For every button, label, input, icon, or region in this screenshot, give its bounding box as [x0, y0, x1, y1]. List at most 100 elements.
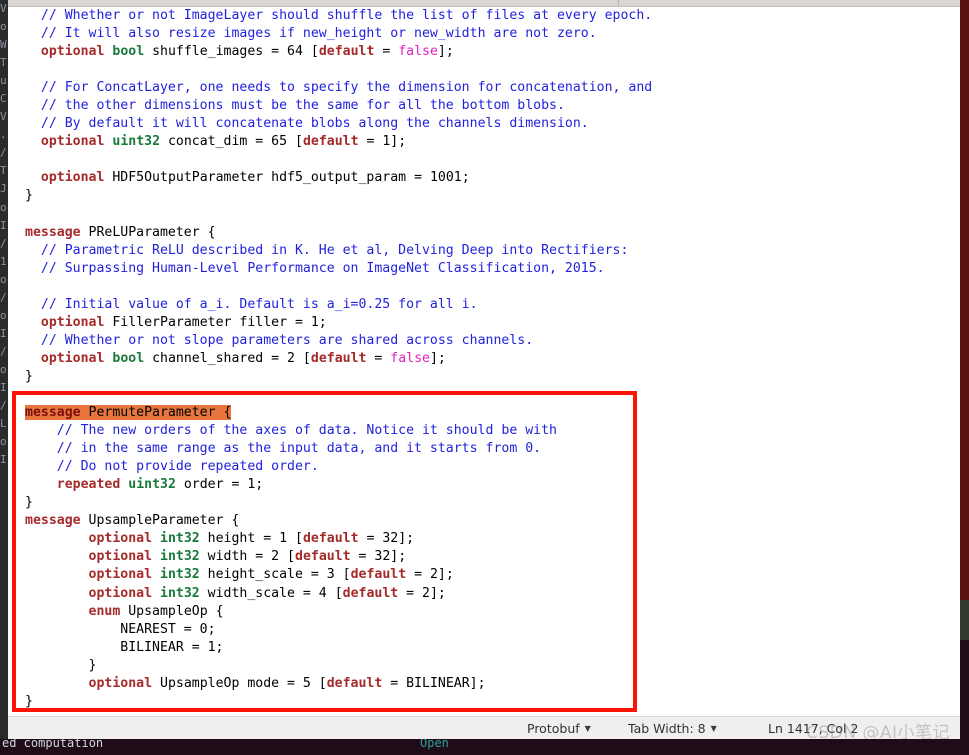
code-line[interactable]: // Whether or not slope parameters are s…: [25, 332, 652, 350]
code-line[interactable]: message PermuteParameter {: [25, 404, 652, 422]
code-token: ];: [437, 44, 454, 60]
code-line[interactable]: optional int32 height_scale = 3 [default…: [25, 566, 652, 584]
code-token: default: [302, 134, 359, 150]
code-line[interactable]: }: [25, 494, 652, 512]
code-line[interactable]: optional int32 width = 2 [default = 32];: [25, 548, 652, 566]
code-line[interactable]: enum UpsampleOp {: [25, 603, 652, 621]
code-line[interactable]: [25, 278, 652, 296]
code-line[interactable]: optional HDF5OutputParameter hdf5_output…: [25, 169, 652, 187]
code-text[interactable]: // Whether or not ImageLayer should shuf…: [25, 7, 652, 711]
tab-width-label: Tab Width: 8: [628, 721, 706, 736]
code-token: // Initial value of a_i. Default is a_i=…: [40, 296, 478, 312]
code-line[interactable]: // the other dimensions must be the same…: [25, 97, 652, 115]
code-line[interactable]: // For ConcatLayer, one needs to specify…: [25, 79, 652, 97]
code-token: // in the same range as the input data, …: [56, 441, 542, 457]
code-line[interactable]: message PReLUParameter {: [25, 224, 652, 242]
code-line[interactable]: }: [25, 657, 652, 675]
code-line-content: }: [25, 495, 33, 510]
code-line[interactable]: // Initial value of a_i. Default is a_i=…: [25, 296, 652, 314]
code-line[interactable]: // By default it will concatenate blobs …: [25, 115, 652, 133]
code-line-content: optional int32 height = 1 [default = 32]…: [89, 531, 415, 546]
code-token: optional: [88, 549, 153, 565]
code-line[interactable]: }: [25, 693, 652, 711]
code-line-content: BILINEAR = 1;: [120, 640, 223, 655]
code-line-content: }: [25, 188, 33, 203]
code-line[interactable]: optional FillerParameter filler = 1;: [25, 314, 652, 332]
code-line[interactable]: optional bool shuffle_images = 64 [defau…: [25, 43, 652, 61]
code-line[interactable]: // The new orders of the axes of data. N…: [25, 422, 652, 440]
code-token: height = 1 [: [199, 531, 303, 547]
code-token: message: [25, 405, 81, 421]
code-line-content: optional FillerParameter filler = 1;: [41, 315, 327, 330]
code-line-content: }: [25, 369, 33, 384]
code-line-content: optional int32 height_scale = 3 [default…: [89, 567, 454, 582]
tab-width-selector[interactable]: Tab Width: 8 ▼: [628, 721, 717, 736]
code-line[interactable]: optional int32 height = 1 [default = 32]…: [25, 530, 652, 548]
code-token: UpsampleOp mode = 5 [: [152, 675, 327, 691]
code-line[interactable]: // Do not provide repeated order.: [25, 458, 652, 476]
selected-text: message PermuteParameter {: [25, 405, 232, 421]
code-token: = 32];: [350, 549, 407, 565]
code-token: }: [25, 368, 33, 384]
code-line-content: optional uint32 concat_dim = 65 [default…: [41, 134, 406, 149]
code-line[interactable]: NEAREST = 0;: [25, 621, 652, 639]
code-line[interactable]: repeated uint32 order = 1;: [25, 476, 652, 494]
code-token: default: [302, 531, 359, 547]
code-line[interactable]: optional bool channel_shared = 2 [defaul…: [25, 350, 652, 368]
code-token: false: [398, 44, 438, 60]
code-line[interactable]: // Whether or not ImageLayer should shuf…: [25, 7, 652, 25]
code-token: repeated: [56, 477, 121, 493]
code-token: PReLUParameter {: [80, 224, 216, 240]
chevron-down-icon: ▼: [584, 724, 591, 733]
code-line[interactable]: BILINEAR = 1;: [25, 639, 652, 657]
code-token: false: [390, 350, 430, 366]
code-line-content: NEAREST = 0;: [120, 622, 215, 637]
code-line[interactable]: [25, 206, 652, 224]
code-line-content: repeated uint32 order = 1;: [57, 477, 263, 492]
code-line[interactable]: // Parametric ReLU described in K. He et…: [25, 242, 652, 260]
code-line[interactable]: [25, 151, 652, 169]
code-token: // It will also resize images if new_hei…: [40, 26, 597, 42]
code-line[interactable]: // Surpassing Human-Level Performance on…: [25, 260, 652, 278]
code-line[interactable]: optional UpsampleOp mode = 5 [default = …: [25, 675, 652, 693]
code-line[interactable]: }: [25, 187, 652, 205]
background-terminal-bottom-text: ed computation: [2, 739, 104, 750]
cursor-position-label: Ln 1417, Col 2: [768, 721, 859, 736]
code-token: PermuteParameter {: [80, 405, 232, 421]
code-token: // Do not provide repeated order.: [56, 459, 319, 475]
background-window-right-middle: [960, 600, 969, 640]
gedit-window: // Whether or not ImageLayer should shuf…: [8, 0, 960, 740]
code-line[interactable]: }: [25, 368, 652, 386]
code-line[interactable]: [25, 61, 652, 79]
code-line-content: }: [25, 694, 33, 709]
code-token: }: [25, 693, 33, 709]
code-line[interactable]: optional uint32 concat_dim = 65 [default…: [25, 133, 652, 151]
code-line-content: enum UpsampleOp {: [89, 604, 224, 619]
background-window-right-lower: [960, 640, 969, 755]
code-token: enum: [88, 603, 121, 619]
code-token: int32: [160, 549, 200, 565]
code-line[interactable]: message UpsampleParameter {: [25, 512, 652, 530]
code-line[interactable]: // in the same range as the input data, …: [25, 440, 652, 458]
code-token: shuffle_images = 64 [: [144, 44, 319, 60]
code-line[interactable]: [25, 386, 652, 404]
code-line-content: // By default it will concatenate blobs …: [41, 116, 589, 131]
code-token: message: [25, 224, 81, 240]
code-line[interactable]: // It will also resize images if new_hei…: [25, 25, 652, 43]
code-token: = 1];: [358, 134, 407, 150]
code-line-content: optional int32 width_scale = 4 [default …: [89, 586, 446, 601]
code-token: optional: [88, 585, 153, 601]
code-line-content: // in the same range as the input data, …: [57, 441, 541, 456]
code-editor-view[interactable]: // Whether or not ImageLayer should shuf…: [8, 7, 960, 716]
background-terminal-bottom: ed computation Open: [0, 739, 969, 755]
code-token: width_scale = 4 [: [199, 585, 343, 601]
code-token: optional: [40, 170, 105, 186]
code-token: channel_shared = 2 [: [144, 350, 311, 366]
background-window-right-upper: [960, 0, 969, 600]
code-line[interactable]: optional int32 width_scale = 4 [default …: [25, 585, 652, 603]
language-selector[interactable]: Protobuf ▼: [527, 721, 591, 736]
code-line-content: }: [89, 658, 97, 673]
code-token: FillerParameter filler = 1;: [104, 314, 327, 330]
